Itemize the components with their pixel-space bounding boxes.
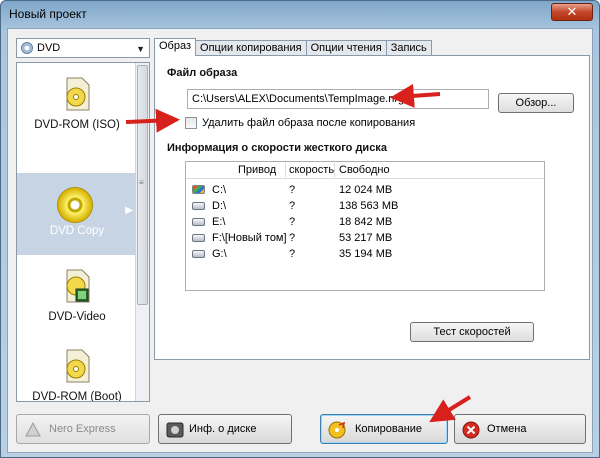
disc-info-label: Инф. о диске <box>189 423 257 435</box>
table-row[interactable]: D:\ ? 138 563 MB <box>186 199 544 215</box>
project-list-scrollbar[interactable]: ≡ <box>135 63 149 401</box>
cancel-icon <box>462 421 480 439</box>
nero-express-icon <box>25 421 41 437</box>
title-bar[interactable]: Новый проект ✕ <box>1 1 599 27</box>
tab-image[interactable]: Образ <box>154 38 197 56</box>
drive-cell: F:\[Новый том] <box>212 232 287 244</box>
column-header-drive[interactable]: Привод <box>238 164 276 176</box>
project-type-list: DVD-ROM (ISO) DVD Copy ▶ DVD-Video DVD-R… <box>16 62 150 402</box>
speed-test-button[interactable]: Тест скоростей <box>410 322 534 342</box>
drive-cell: C:\ <box>212 184 227 196</box>
drive-cell: E:\ <box>212 216 226 228</box>
table-row[interactable]: E:\ ? 18 842 MB <box>186 215 544 231</box>
scroll-grip-icon: ≡ <box>139 178 144 187</box>
free-cell: 35 194 MB <box>339 248 393 260</box>
scrollbar-thumb[interactable]: ≡ <box>137 65 148 305</box>
chevron-down-icon: ▼ <box>136 44 145 54</box>
nav-item-label: DVD-Video <box>48 311 106 323</box>
close-button[interactable]: ✕ <box>551 3 593 21</box>
cancel-label: Отмена <box>487 423 527 435</box>
table-header: Привод скорость Свободно <box>186 162 544 179</box>
table-row[interactable]: F:\[Новый том] ? 53 217 MB <box>186 231 544 247</box>
copy-disc-icon <box>328 421 346 439</box>
boot-disc-icon <box>66 349 90 383</box>
nav-item-dvd-copy[interactable]: DVD Copy ▶ <box>17 173 137 255</box>
image-path-input[interactable]: C:\Users\ALEX\Documents\TempImage.nrg <box>187 89 489 109</box>
delete-image-checkbox-row[interactable]: Удалить файл образа после копирования <box>185 117 415 129</box>
column-header-free[interactable]: Свободно <box>339 164 390 176</box>
column-separator <box>334 163 335 177</box>
dvd-copy-disc-icon <box>57 187 93 223</box>
tab-burn[interactable]: Запись <box>385 40 432 56</box>
column-separator <box>285 163 286 177</box>
free-cell: 138 563 MB <box>339 200 399 212</box>
free-cell: 12 024 MB <box>339 184 393 196</box>
copy-label: Копирование <box>355 423 423 435</box>
delete-image-checkbox[interactable] <box>185 117 197 129</box>
tab-bar: Образ Опции копирования Опции чтения Зап… <box>154 38 432 56</box>
hard-drive-icon <box>192 218 205 226</box>
document-disc-icon <box>66 77 90 111</box>
cancel-button[interactable]: Отмена <box>454 414 586 444</box>
browse-button[interactable]: Обзор... <box>498 93 574 113</box>
selected-arrow-icon: ▶ <box>125 205 133 216</box>
system-drive-icon <box>192 185 205 194</box>
dialog-client: DVD ▼ DVD-ROM (ISO) DVD Copy ▶ DVD-Video… <box>7 28 593 453</box>
nav-item-dvd-rom-iso[interactable]: DVD-ROM (ISO) <box>17 67 137 149</box>
speed-cell: ? <box>289 184 296 196</box>
drive-cell: D:\ <box>212 200 227 212</box>
drive-cell: G:\ <box>212 248 227 260</box>
nav-item-label: DVD-ROM (ISO) <box>34 119 120 131</box>
video-disc-icon <box>66 269 90 303</box>
disc-type-value: DVD <box>37 42 61 54</box>
free-cell: 53 217 MB <box>339 232 393 244</box>
window-title: Новый проект <box>9 7 87 21</box>
tab-copy-options[interactable]: Опции копирования <box>195 40 307 56</box>
hard-drive-icon <box>192 202 205 210</box>
speed-cell: ? <box>289 248 296 260</box>
speed-cell: ? <box>289 200 296 212</box>
nav-item-label: DVD-ROM (Boot) <box>32 391 122 402</box>
nero-express-button[interactable]: Nero Express <box>16 414 150 444</box>
copy-button[interactable]: Копирование <box>320 414 448 444</box>
dialog-window: Новый проект ✕ DVD ▼ DVD-ROM (ISO) DVD C… <box>0 0 600 458</box>
drive-speed-table: Привод скорость Свободно C:\ ? 12 024 MB… <box>185 161 545 291</box>
free-cell: 18 842 MB <box>339 216 393 228</box>
image-file-section-title: Файл образа <box>167 67 238 79</box>
delete-image-checkbox-label: Удалить файл образа после копирования <box>202 117 416 129</box>
disc-info-icon <box>166 422 184 438</box>
dvd-disc-icon <box>21 42 33 54</box>
nav-item-dvd-rom-boot[interactable]: DVD-ROM (Boot) <box>17 339 137 402</box>
hard-drive-icon <box>192 250 205 258</box>
hard-drive-icon <box>192 234 205 242</box>
column-header-speed[interactable]: скорость <box>289 164 334 176</box>
disk-speed-section-title: Информация о скорости жесткого диска <box>167 142 387 154</box>
table-row[interactable]: G:\ ? 35 194 MB <box>186 247 544 263</box>
disc-info-button[interactable]: Инф. о диске <box>158 414 292 444</box>
nav-item-dvd-video[interactable]: DVD-Video <box>17 259 137 341</box>
nav-item-label: DVD Copy <box>49 225 105 237</box>
nero-express-label: Nero Express <box>49 423 116 435</box>
table-row[interactable]: C:\ ? 12 024 MB <box>186 183 544 199</box>
speed-cell: ? <box>289 232 296 244</box>
speed-cell: ? <box>289 216 296 228</box>
disc-type-select[interactable]: DVD ▼ <box>16 38 150 58</box>
tab-panel-image: Файл образа C:\Users\ALEX\Documents\Temp… <box>154 55 590 360</box>
tab-read-options[interactable]: Опции чтения <box>305 40 387 56</box>
